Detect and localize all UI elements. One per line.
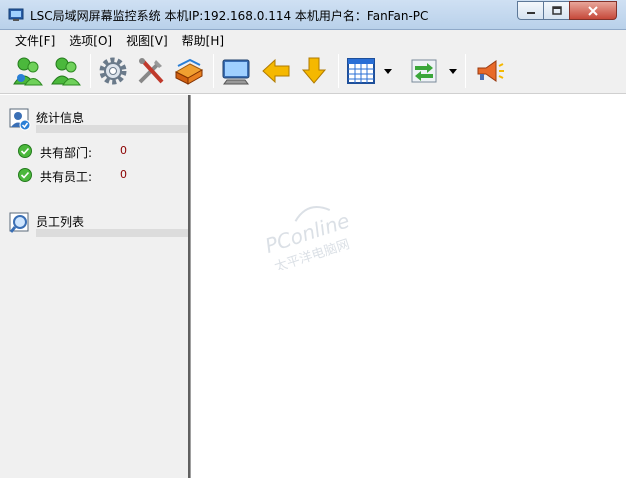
window-title: LSC局域网屏幕监控系统 本机IP:192.168.0.114 本机用户名：Fa… (30, 9, 429, 23)
departments-count: 0 (120, 144, 127, 157)
chevron-down-icon (384, 68, 392, 74)
close-icon (588, 5, 598, 16)
user-green-button[interactable] (10, 52, 46, 90)
arrow-down-icon (301, 57, 327, 84)
transfer-icon (411, 59, 437, 83)
search-user-icon (9, 212, 29, 233)
toolbar-separator (338, 54, 339, 88)
grid-layout-dropdown[interactable] (381, 52, 395, 90)
minimize-button[interactable] (517, 1, 544, 20)
tools-icon (138, 58, 164, 84)
maximize-icon (551, 6, 562, 15)
watermark-logo: PConline 太平洋电脑网 (262, 206, 352, 270)
transfer-dropdown[interactable] (446, 52, 460, 90)
menu-view[interactable]: 视图[V] (119, 32, 175, 49)
broadcast-icon (477, 60, 504, 82)
section-divider (36, 125, 188, 133)
download-button[interactable] (296, 52, 332, 90)
stat-row-employees: 共有员工: 0 (18, 167, 188, 184)
maximize-button[interactable] (543, 1, 570, 20)
chevron-down-icon (449, 68, 457, 74)
settings-gear-icon (99, 57, 127, 85)
toolbar-separator (465, 54, 466, 88)
monitor-button[interactable] (218, 52, 254, 90)
menu-options[interactable]: 选项[O] (62, 32, 119, 49)
broadcast-button[interactable] (471, 52, 507, 90)
settings-button[interactable] (95, 52, 131, 90)
books-button[interactable] (171, 52, 207, 90)
title-bar[interactable]: LSC局域网屏幕监控系统 本机IP:192.168.0.114 本机用户名：Fa… (0, 0, 626, 30)
tools-button[interactable] (133, 52, 169, 90)
menu-bar: 文件[F] 选项[O] 视图[V] 帮助[H] (0, 30, 626, 50)
user-green-alt-icon (51, 57, 81, 86)
minimize-icon (526, 11, 535, 14)
stats-section-header[interactable]: 统计信息 (8, 95, 188, 133)
employees-count: 0 (120, 168, 127, 181)
grid-layout-icon (347, 58, 375, 84)
toolbar-separator (213, 54, 214, 88)
close-button[interactable] (569, 1, 617, 20)
check-circle-icon (18, 168, 32, 182)
left-panel: 统计信息 共有部门: 0 共有员工: 0 员工列表 (0, 95, 190, 478)
menu-help[interactable]: 帮助[H] (175, 32, 231, 49)
grid-layout-button[interactable] (343, 52, 379, 90)
transfer-button[interactable] (406, 52, 442, 90)
monitor-icon (222, 59, 250, 85)
menu-file[interactable]: 文件[F] (8, 32, 62, 49)
stats-user-icon (9, 108, 31, 131)
employees-section-title: 员工列表 (36, 215, 85, 229)
user-green-icon (13, 57, 43, 86)
user-green-alt-button[interactable] (48, 52, 84, 90)
toolbar-separator (90, 54, 91, 88)
employees-section-header[interactable]: 员工列表 (8, 199, 188, 237)
toolbar (0, 50, 626, 94)
back-button[interactable] (258, 52, 294, 90)
app-icon (8, 8, 24, 21)
stat-row-departments: 共有部门: 0 (18, 143, 188, 160)
employees-label: 共有员工: (40, 170, 93, 184)
check-circle-icon (18, 144, 32, 158)
books-icon (174, 58, 204, 85)
departments-label: 共有部门: (40, 146, 93, 160)
section-divider (36, 229, 188, 237)
arrow-left-icon (262, 58, 290, 84)
stats-section-title: 统计信息 (36, 111, 85, 125)
main-panel[interactable]: PConline 太平洋电脑网 (190, 95, 626, 478)
